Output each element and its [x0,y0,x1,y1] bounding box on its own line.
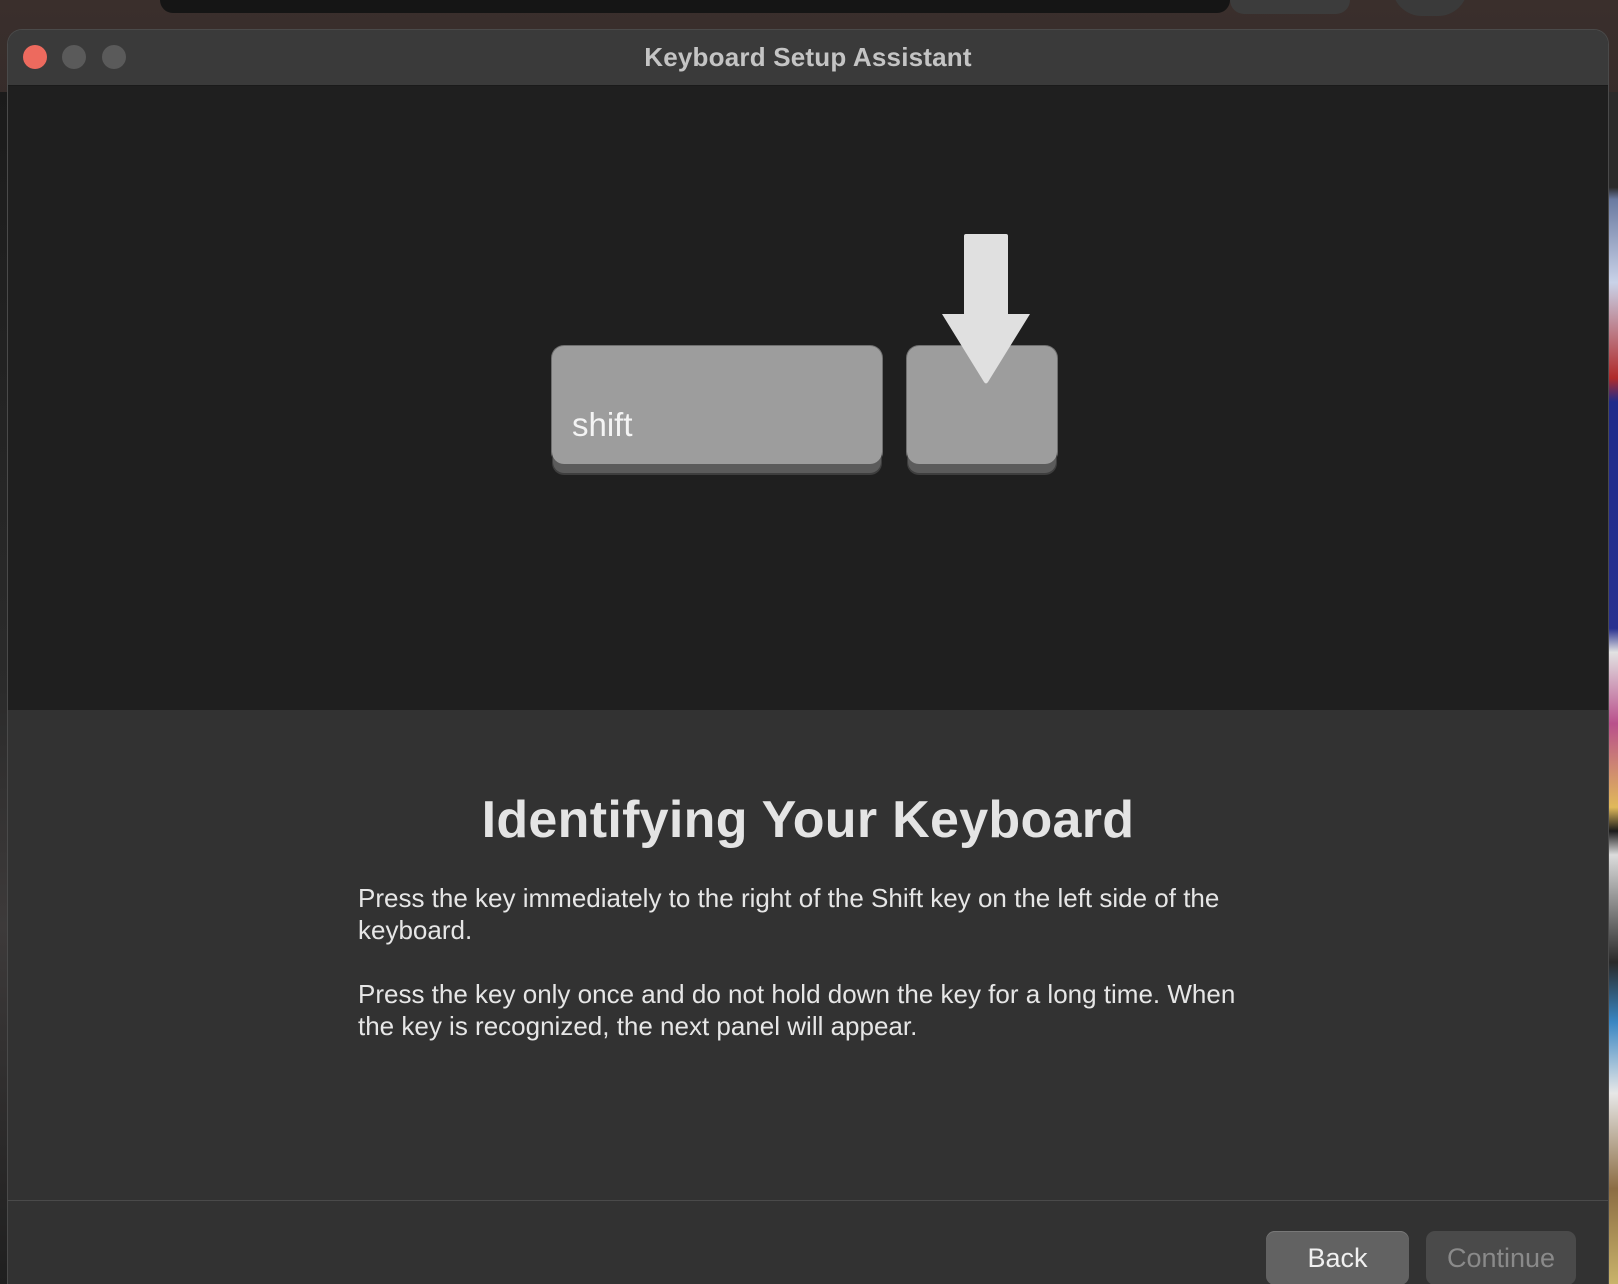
titlebar: Keyboard Setup Assistant [8,30,1608,86]
instructions-panel: Identifying Your Keyboard Press the key … [8,710,1608,1200]
background-window-edge [160,0,1230,13]
instruction-paragraph-2: Press the key only once and do not hold … [358,979,1236,1041]
shift-key-label: shift [572,406,633,443]
keyboard-setup-window: Keyboard Setup Assistant shift Identifyi… [8,30,1608,1284]
background-control-round [1392,0,1468,16]
background-left-strip [0,92,8,1284]
window-title: Keyboard Setup Assistant [644,42,972,72]
keyboard-illustration: shift [8,86,1608,710]
page-title: Identifying Your Keyboard [481,791,1135,849]
footer: Back Continue [8,1200,1608,1284]
down-arrow-icon [942,234,1030,384]
instruction-paragraph-1: Press the key immediately to the right o… [358,883,1220,945]
background-control [1230,0,1350,14]
continue-button[interactable]: Continue [1426,1231,1576,1284]
shift-key: shift [552,346,882,464]
background-right-strip [1608,92,1618,1284]
back-button[interactable]: Back [1266,1231,1409,1284]
